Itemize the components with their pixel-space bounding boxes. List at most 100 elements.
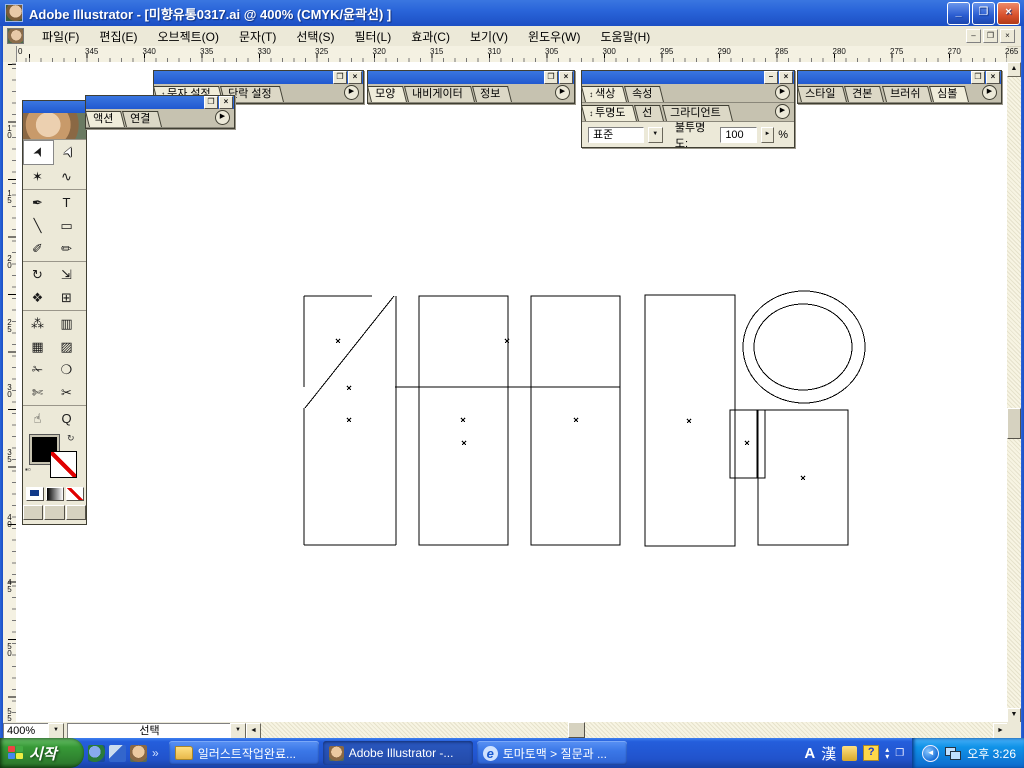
- taskbar-task-button[interactable]: e토마토맥 > 질문과 ...: [477, 741, 627, 765]
- free-transform-tool-icon[interactable]: ⊞: [52, 286, 81, 309]
- pencil-tool-icon[interactable]: ✏: [52, 237, 81, 260]
- fullscreen-mode-button[interactable]: [66, 505, 86, 520]
- horizontal-scrollbar[interactable]: [261, 722, 993, 738]
- menu-item[interactable]: 파일(F): [32, 26, 89, 47]
- palette-tab[interactable]: 스타일: [797, 86, 847, 102]
- palette-close-button[interactable]: ×: [559, 71, 573, 84]
- palette-restore-button[interactable]: ❐: [204, 96, 218, 109]
- warp-tool-icon[interactable]: ❖: [23, 286, 52, 309]
- minimize-button[interactable]: _: [947, 2, 970, 25]
- line-tool-icon[interactable]: ╲: [23, 214, 52, 237]
- center-point-mark[interactable]: [574, 418, 578, 422]
- artboard-shape[interactable]: [305, 296, 394, 408]
- default-fill-stroke-icon[interactable]: ▪▫: [25, 465, 31, 474]
- mesh-tool-icon[interactable]: ▦: [23, 335, 52, 358]
- stroke-none-swatch[interactable]: [50, 451, 77, 478]
- toolbox-title-bar[interactable]: [23, 101, 86, 113]
- quicklaunch-internet-icon[interactable]: [88, 745, 105, 762]
- zoom-level-field[interactable]: 400%: [3, 723, 53, 739]
- doc-minimize-button[interactable]: –: [966, 29, 981, 43]
- zoom-tool-icon[interactable]: Q: [52, 407, 81, 430]
- start-button[interactable]: 시작: [0, 738, 84, 768]
- ime-tools-icon[interactable]: [842, 746, 857, 761]
- palette-tab[interactable]: 액션: [85, 111, 125, 127]
- palette-restore-button[interactable]: ❐: [544, 71, 558, 84]
- scale-tool-icon[interactable]: ⇲: [52, 263, 81, 286]
- color-button[interactable]: [26, 487, 44, 501]
- palette-close-button[interactable]: ×: [219, 96, 233, 109]
- status-dropdown-button[interactable]: ▼: [230, 723, 246, 739]
- standard-screen-mode-button[interactable]: [23, 505, 43, 520]
- doc-close-button[interactable]: ×: [1000, 29, 1015, 43]
- ime-latin-indicator[interactable]: A: [804, 745, 815, 762]
- direct-selection-tool-icon[interactable]: ➤: [54, 140, 83, 163]
- menu-item[interactable]: 윈도우(W): [518, 26, 590, 47]
- ime-options-icon[interactable]: ▴▾: [885, 746, 889, 760]
- menu-item[interactable]: 보기(V): [460, 26, 518, 47]
- scroll-left-button[interactable]: ◄: [246, 723, 261, 739]
- palette-restore-button[interactable]: ❐: [333, 71, 347, 84]
- vertical-scrollbar[interactable]: ▲ ▼: [1007, 62, 1021, 722]
- artboard-canvas[interactable]: [16, 62, 1007, 722]
- type-tool-icon[interactable]: T: [52, 191, 81, 214]
- palette-tab[interactable]: 선: [634, 105, 664, 121]
- blend-mode-select[interactable]: 표준: [588, 127, 644, 143]
- rectangle-tool-icon[interactable]: ▭: [52, 214, 81, 237]
- taskbar-task-button[interactable]: Adobe Illustrator -...: [323, 741, 473, 765]
- palette-tab[interactable]: ↕색상: [581, 86, 627, 102]
- slice-tool-icon[interactable]: ✄: [23, 381, 52, 404]
- eyedropper-tool-icon[interactable]: ✁: [23, 358, 52, 381]
- palette-tab[interactable]: 정보: [472, 86, 512, 102]
- center-point-mark[interactable]: [347, 418, 351, 422]
- palette-restore-button[interactable]: ❐: [971, 71, 985, 84]
- artboard-shape[interactable]: [754, 304, 852, 390]
- palette-minimize-button[interactable]: –: [764, 71, 778, 84]
- palette-menu-icon[interactable]: ▶: [344, 85, 359, 100]
- palette-close-button[interactable]: ×: [348, 71, 362, 84]
- doc-restore-button[interactable]: ❐: [983, 29, 998, 43]
- palette-menu-icon[interactable]: ▶: [775, 104, 790, 119]
- center-point-mark[interactable]: [336, 339, 340, 343]
- palette-close-button[interactable]: ×: [779, 71, 793, 84]
- quicklaunch-mail-icon[interactable]: [109, 745, 126, 762]
- palette-menu-icon[interactable]: ▶: [555, 85, 570, 100]
- blend-mode-dropdown-icon[interactable]: ▼: [648, 127, 663, 143]
- symbol-sprayer-tool-icon[interactable]: ⁂: [23, 312, 52, 335]
- palette-tab[interactable]: 모양: [367, 86, 407, 102]
- paintbrush-tool-icon[interactable]: ✐: [23, 237, 52, 260]
- palette-tab[interactable]: 심볼: [929, 86, 969, 102]
- opacity-input[interactable]: 100: [720, 127, 756, 143]
- none-button[interactable]: [66, 487, 84, 501]
- scissors-tool-icon[interactable]: ✂: [52, 381, 81, 404]
- language-bar-restore-icon[interactable]: ❐: [895, 748, 904, 759]
- gradient-button[interactable]: [46, 487, 64, 501]
- ime-help-icon[interactable]: ?: [863, 745, 879, 761]
- gradient-tool-icon[interactable]: ▨: [52, 335, 81, 358]
- tray-chevron-icon[interactable]: ◄: [922, 745, 939, 762]
- menu-item[interactable]: 선택(S): [286, 26, 344, 47]
- palette-menu-icon[interactable]: ▶: [775, 85, 790, 100]
- palette-tab[interactable]: 속성: [624, 86, 664, 102]
- network-icon[interactable]: [945, 747, 961, 760]
- center-point-mark[interactable]: [801, 476, 805, 480]
- magic-wand-tool-icon[interactable]: ✶: [23, 165, 52, 188]
- scroll-up-button[interactable]: ▲: [1007, 62, 1021, 77]
- lasso-tool-icon[interactable]: ∿: [52, 165, 81, 188]
- close-button[interactable]: ×: [997, 2, 1020, 25]
- center-point-mark[interactable]: [462, 441, 466, 445]
- palette-close-button[interactable]: ×: [986, 71, 1000, 84]
- menu-item[interactable]: 문자(T): [229, 26, 286, 47]
- palette-title-bar[interactable]: ❐ ×: [368, 71, 574, 84]
- menu-item[interactable]: 효과(C): [401, 26, 460, 47]
- pen-tool-icon[interactable]: ✒: [23, 191, 52, 214]
- palette-tab[interactable]: ↕투명도: [581, 105, 637, 121]
- hand-tool-icon[interactable]: ☝: [23, 407, 52, 430]
- menu-item[interactable]: 필터(L): [344, 26, 401, 47]
- palette-title-bar[interactable]: ❐ ×: [86, 96, 234, 109]
- scroll-right-button[interactable]: ►: [993, 723, 1008, 739]
- center-point-mark[interactable]: [745, 441, 749, 445]
- taskbar-task-button[interactable]: 일러스트작업완료...: [169, 741, 319, 765]
- scroll-down-button[interactable]: ▼: [1007, 708, 1021, 723]
- status-field[interactable]: 선택: [67, 723, 232, 739]
- ime-hanja-indicator[interactable]: 漢: [821, 743, 836, 764]
